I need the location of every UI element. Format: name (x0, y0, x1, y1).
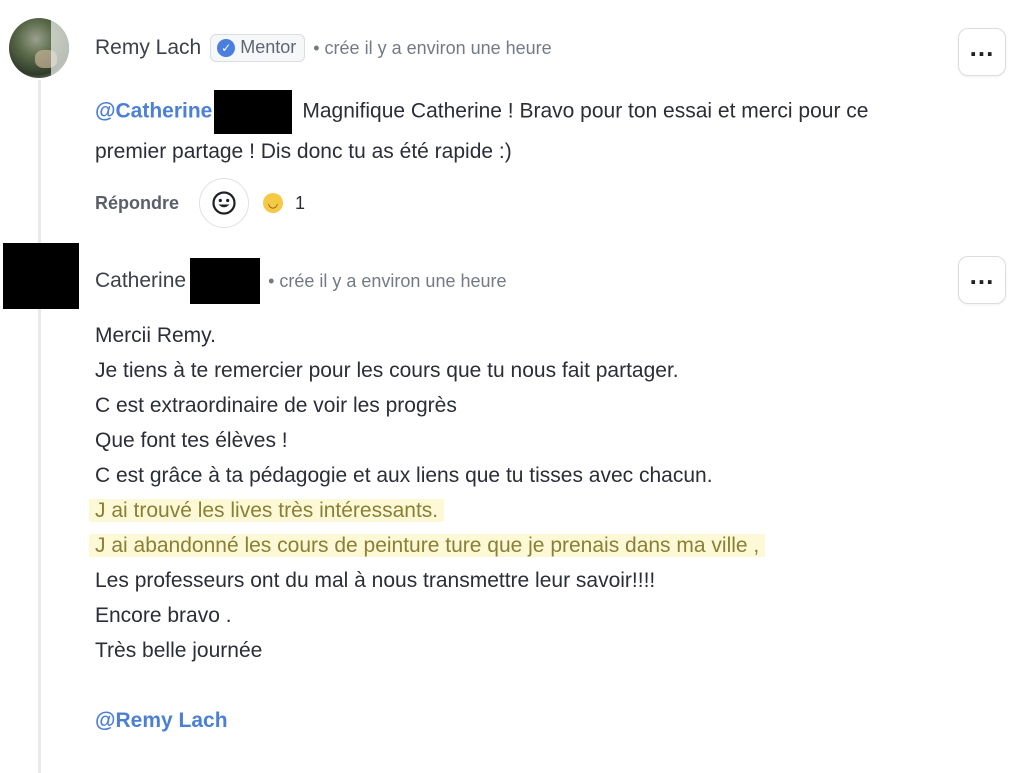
comment-line: C est extraordinaire de voir les progrès (95, 394, 457, 417)
more-options-button[interactable]: ... (958, 256, 1006, 304)
comment-text: Magnifique Catherine ! Bravo pour ton es… (302, 99, 869, 123)
highlighted-line: J ai trouvé les lives très intéressants. (89, 499, 445, 522)
comment-body: Mercii Remy. Je tiens à te remercier pou… (89, 318, 766, 738)
add-reaction-button[interactable] (199, 178, 250, 228)
emoji-picker-icon (212, 191, 236, 215)
more-icon: ... (969, 32, 995, 62)
mention-link[interactable]: @Catherine (95, 100, 212, 123)
comment-actions: Répondre ◡ 1 (95, 178, 305, 228)
reply-button[interactable]: Répondre (95, 193, 179, 214)
comment-line: C est grâce à ta pédagogie et aux liens … (95, 464, 713, 487)
reaction-count: 1 (295, 192, 306, 213)
badge-label: Mentor (240, 37, 297, 57)
comment-timestamp: • crée il y a environ une heure (268, 270, 507, 291)
redacted-block (214, 90, 293, 134)
comment-line: Très belle journée (95, 639, 263, 662)
more-options-button[interactable]: ... (958, 28, 1006, 76)
comment-line: Je tiens à te remercier pour les cours q… (95, 359, 679, 382)
grinning-emoji-icon: ◡ (263, 193, 284, 213)
comment-text: premier partage ! Dis donc tu as été rap… (95, 140, 512, 163)
mentor-badge: ✓ Mentor (210, 34, 306, 62)
comment-line: Que font tes élèves ! (95, 429, 288, 452)
thread-line (38, 80, 41, 773)
avatar[interactable] (9, 18, 69, 78)
highlighted-line: J ai abandonné les cours de peinture tur… (89, 534, 766, 557)
avatar[interactable] (3, 243, 79, 309)
author-name[interactable]: Remy Lach (95, 36, 201, 60)
comment-line: Encore bravo . (95, 604, 232, 627)
comment-line: Mercii Remy. (95, 324, 216, 347)
author-name[interactable]: Catherine (95, 269, 186, 293)
comment-header: Remy Lach ✓ Mentor • crée il y a environ… (95, 34, 552, 62)
redacted-block (190, 258, 261, 304)
comment-line: Les professeurs ont du mal à nous transm… (95, 569, 656, 592)
mention-link[interactable]: @Remy Lach (95, 709, 228, 732)
reaction-chip[interactable]: ◡ 1 (263, 193, 305, 214)
comment-header: Catherine • crée il y a environ une heur… (95, 258, 507, 304)
verified-icon: ✓ (217, 38, 236, 57)
more-icon: ... (969, 260, 995, 290)
comment-body: @Catherine Magnifique Catherine ! Bravo p… (95, 90, 868, 169)
comment-timestamp: • crée il y a environ une heure (313, 37, 552, 58)
